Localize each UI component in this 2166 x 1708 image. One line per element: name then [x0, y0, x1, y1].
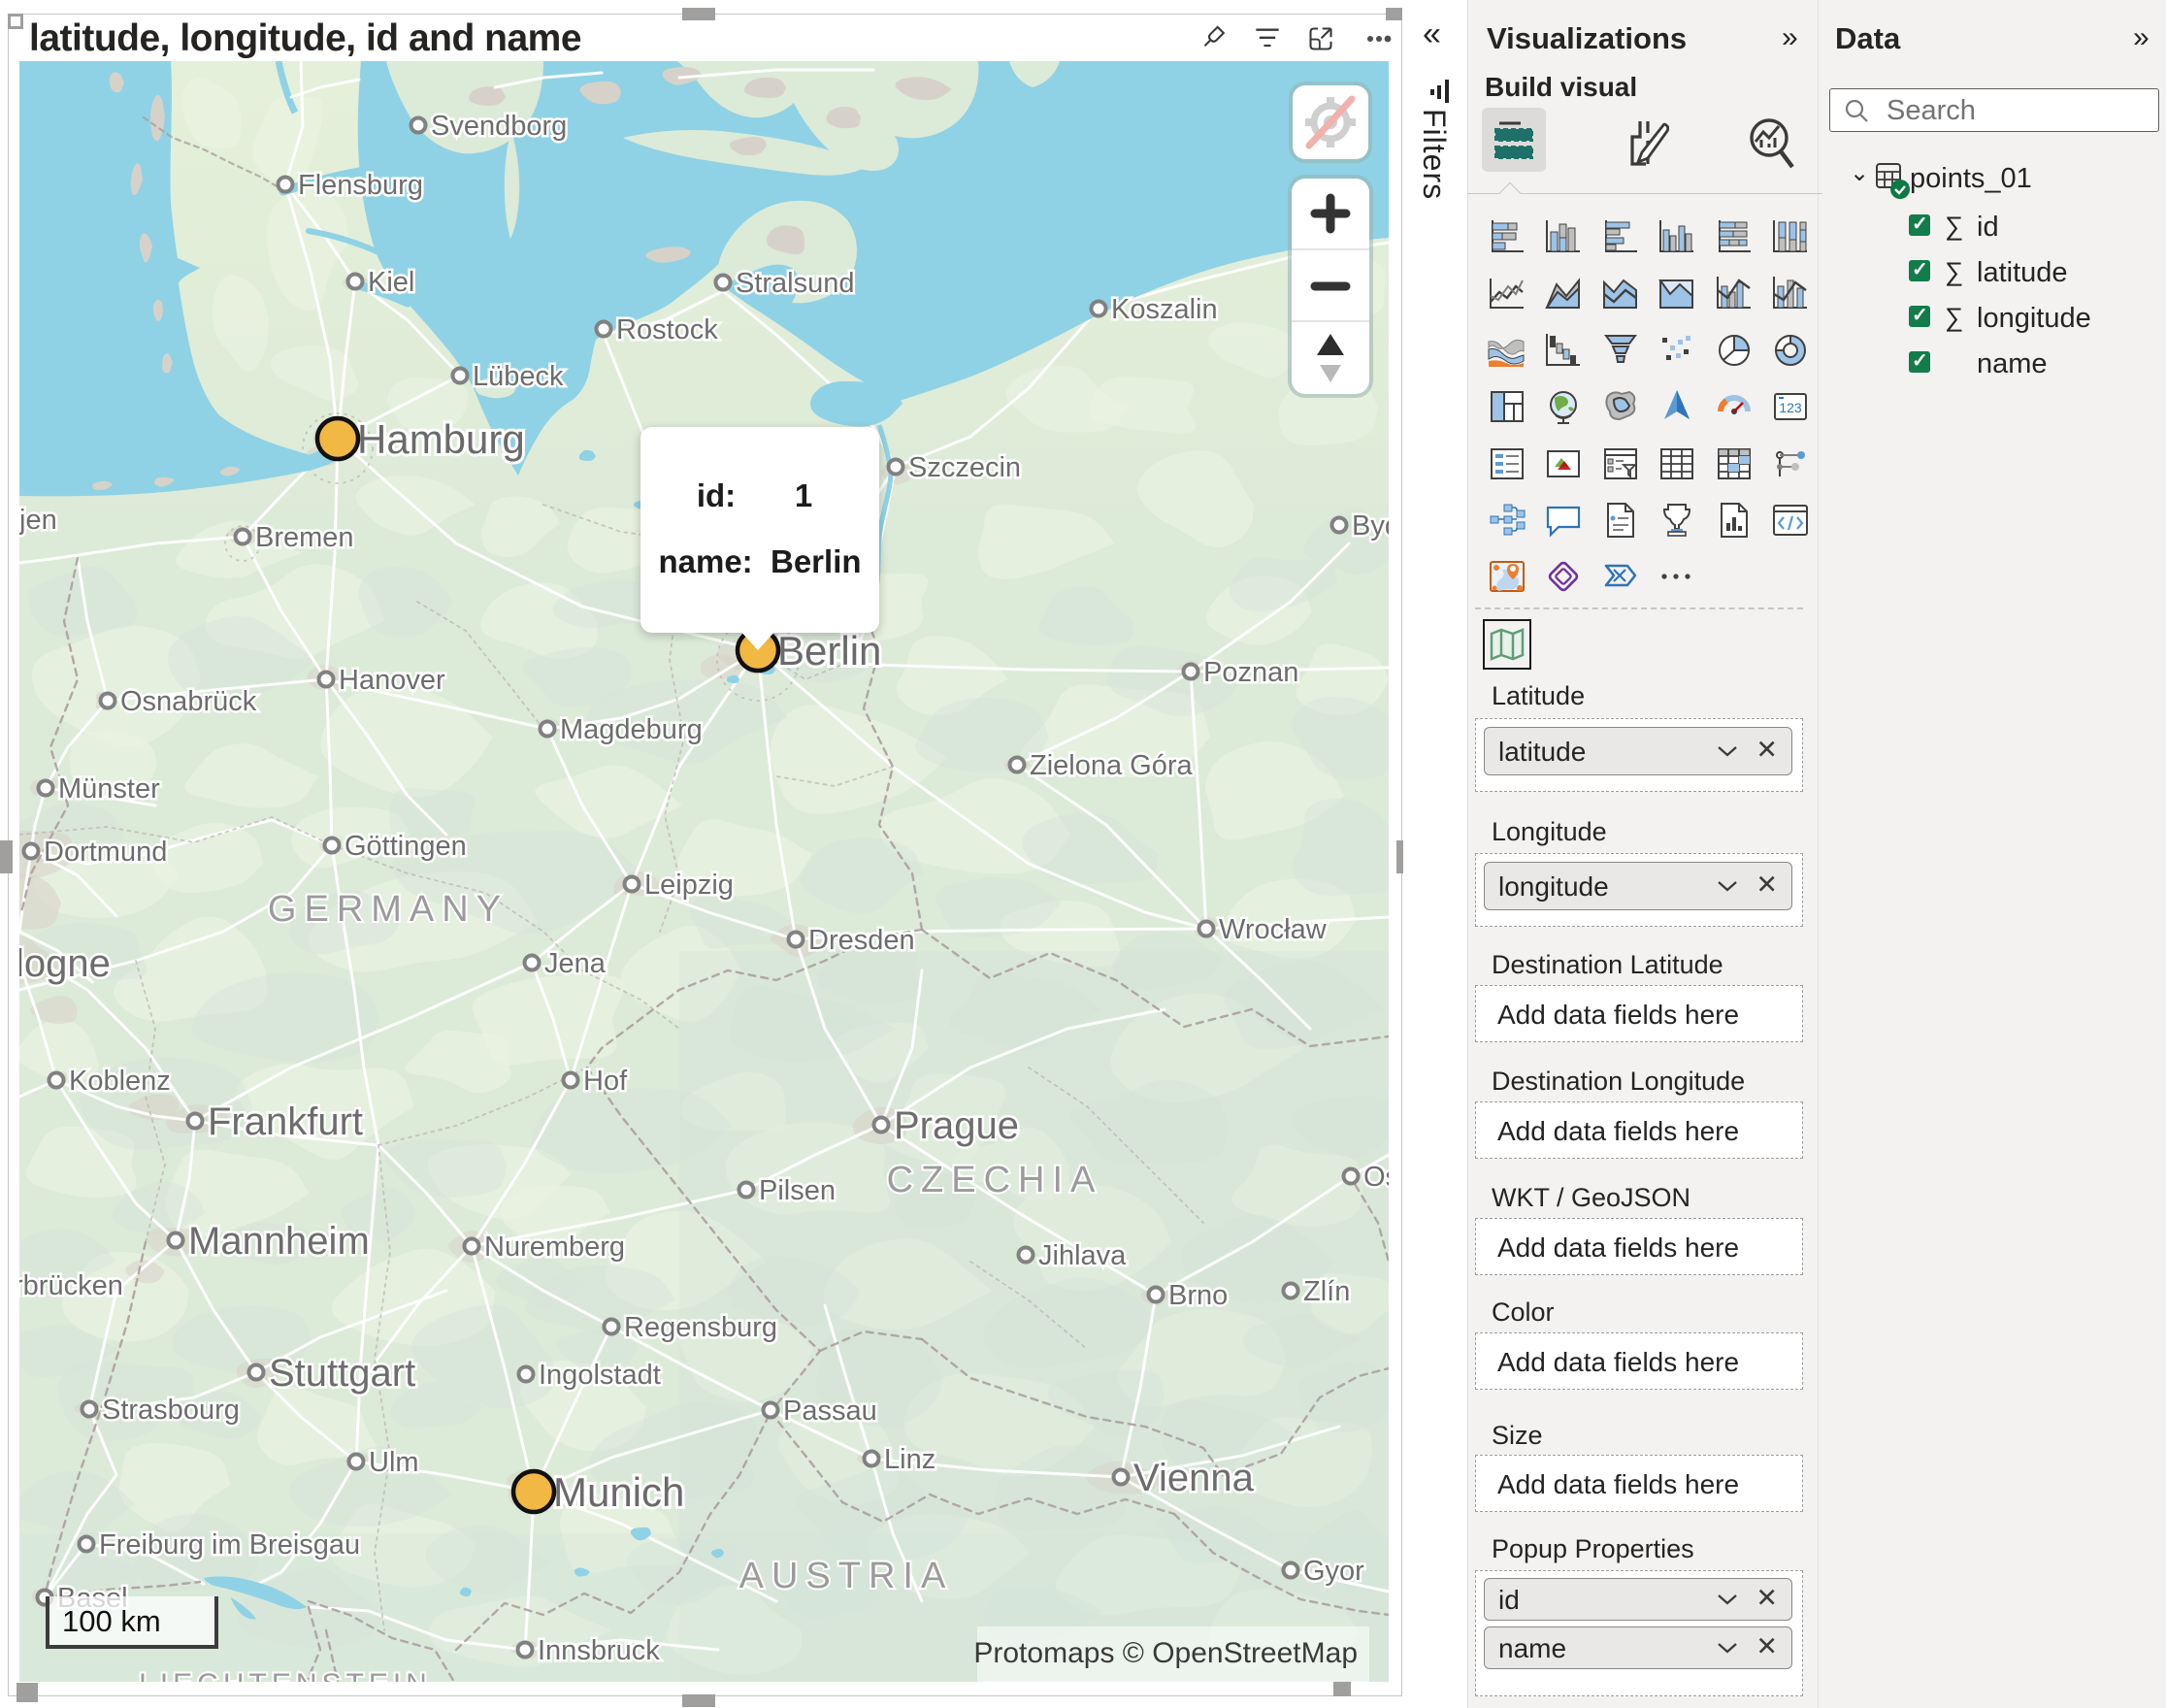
svg-text:Osnabrück: Osnabrück [120, 686, 257, 717]
svg-text:Munich: Munich [553, 1469, 684, 1515]
svg-text:Magdeburg: Magdeburg [560, 714, 703, 745]
svg-text:Os: Os [1363, 1162, 1389, 1193]
svg-text:Hamburg: Hamburg [357, 416, 525, 462]
svg-text:Flensburg: Flensburg [298, 170, 423, 201]
svg-text:Ingolstadt: Ingolstadt [539, 1360, 661, 1391]
svg-text:Linz: Linz [884, 1444, 935, 1475]
svg-text:Innsbruck: Innsbruck [538, 1635, 660, 1666]
svg-text:Göttingen: Göttingen [345, 831, 467, 862]
svg-text:Jihlava: Jihlava [1038, 1240, 1127, 1271]
svg-text:Hanover: Hanover [339, 665, 445, 696]
svg-text:rbrücken: rbrücken [19, 1270, 123, 1301]
svg-text:Svendborg: Svendborg [431, 111, 567, 142]
svg-text:Münster: Münster [58, 773, 160, 805]
svg-text:Brno: Brno [1168, 1280, 1228, 1311]
svg-text:Regensburg: Regensburg [624, 1312, 777, 1343]
svg-text:Passau: Passau [783, 1396, 877, 1427]
svg-text:Lübeck: Lübeck [473, 361, 564, 392]
svg-text:Freiburg im Breisgau: Freiburg im Breisgau [99, 1529, 360, 1560]
svg-text:Koszalin: Koszalin [1111, 294, 1218, 325]
svg-text:Bydg: Bydg [1352, 510, 1389, 542]
svg-text:Zielona Góra: Zielona Góra [1030, 750, 1194, 781]
svg-text:Koblenz: Koblenz [69, 1066, 171, 1097]
svg-text:Pilsen: Pilsen [759, 1175, 836, 1206]
svg-text:CZECHIA: CZECHIA [887, 1160, 1103, 1200]
svg-text:Poznan: Poznan [1203, 657, 1298, 688]
svg-text:Mannheim: Mannheim [188, 1220, 370, 1263]
svg-text:Dortmund: Dortmund [44, 837, 167, 868]
svg-text:Jena: Jena [544, 948, 607, 979]
svg-text:Stuttgart: Stuttgart [269, 1352, 415, 1395]
svg-text:Szczecin: Szczecin [908, 452, 1021, 483]
svg-text:GERMANY: GERMANY [268, 889, 509, 930]
svg-text:Strasbourg: Strasbourg [102, 1395, 240, 1426]
svg-text:Hof: Hof [583, 1066, 628, 1097]
svg-text:jen: jen [19, 505, 57, 536]
svg-text:Zlín: Zlín [1303, 1276, 1350, 1307]
svg-text:Bremen: Bremen [255, 522, 354, 553]
svg-text:Dresden: Dresden [808, 925, 915, 956]
svg-text:123: 123 [1779, 400, 1802, 415]
svg-text:Vienna: Vienna [1133, 1457, 1255, 1499]
svg-text:logne: logne [19, 942, 111, 985]
svg-text:Stralsund: Stralsund [736, 268, 855, 299]
svg-text:AUSTRIA: AUSTRIA [739, 1556, 954, 1596]
svg-text:Ulm: Ulm [369, 1447, 419, 1478]
svg-text:LIECHTENSTEIN: LIECHTENSTEIN [139, 1668, 432, 1682]
svg-text:Frankfurt: Frankfurt [208, 1100, 363, 1143]
svg-text:Prague: Prague [894, 1104, 1019, 1147]
svg-text:Rostock: Rostock [616, 314, 718, 345]
svg-text:Nuremberg: Nuremberg [484, 1232, 625, 1263]
svg-text:Berlin: Berlin [777, 628, 881, 673]
svg-text:Wrocław: Wrocław [1219, 914, 1328, 945]
svg-text:Gyor: Gyor [1303, 1556, 1364, 1587]
svg-text:Leipzig: Leipzig [644, 870, 734, 901]
svg-text:Kiel: Kiel [368, 267, 414, 298]
